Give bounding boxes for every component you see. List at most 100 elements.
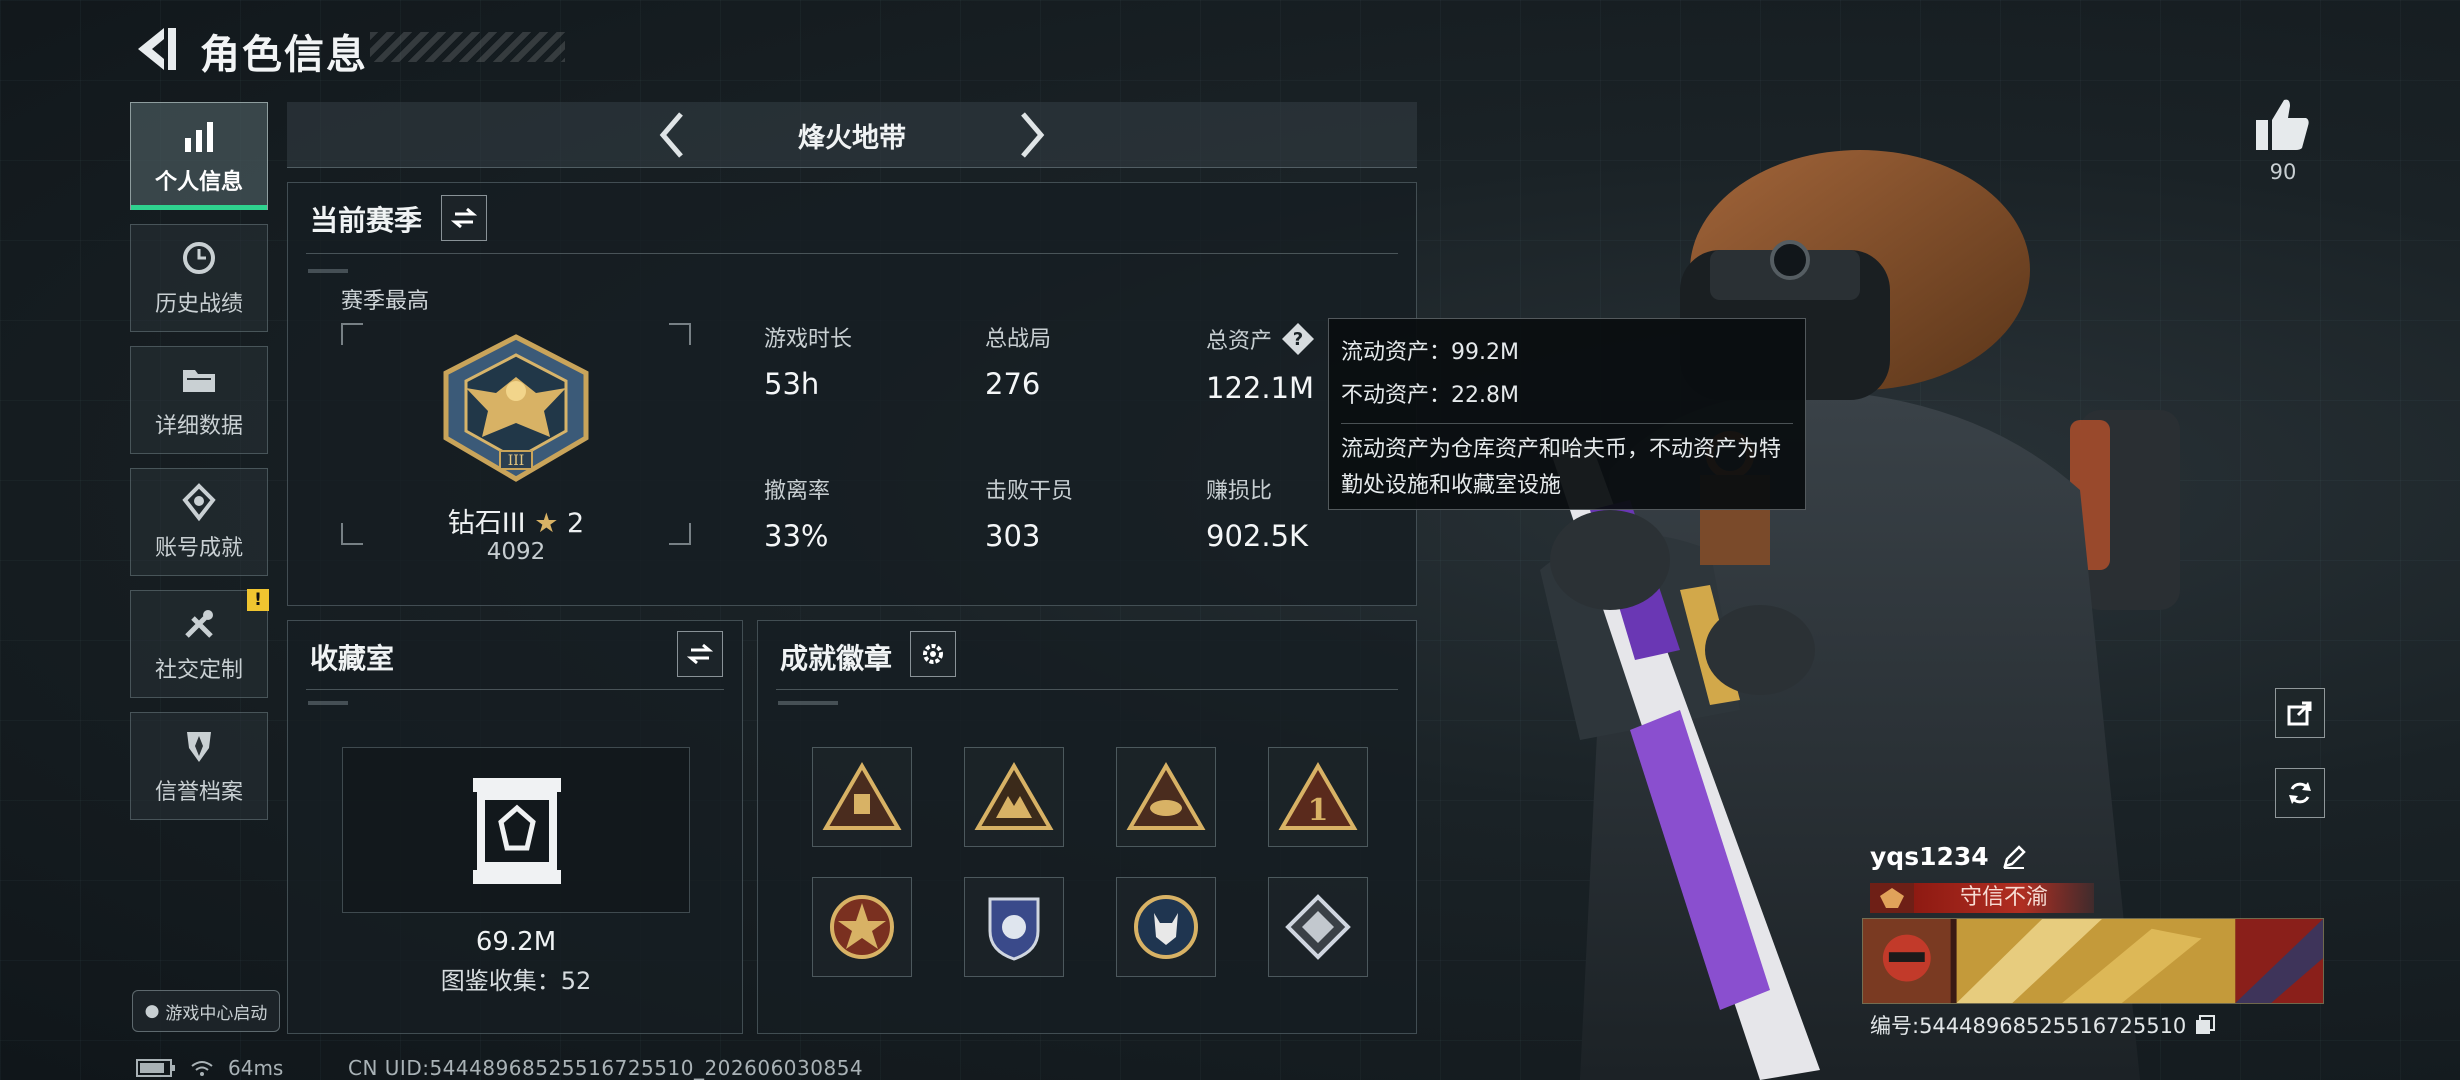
divider: [776, 689, 1398, 690]
penguin-icon: ●: [144, 1001, 160, 1021]
next-mode-arrow-icon[interactable]: [1005, 110, 1055, 160]
side-nav: 个人信息 历史战绩 详细数据 账号成就 社交定制 ! 信誉档案: [130, 102, 270, 834]
bar-chart-icon: [185, 122, 213, 152]
share-button[interactable]: [2275, 688, 2325, 738]
refresh-button[interactable]: [2275, 768, 2325, 818]
divider: [1341, 423, 1793, 424]
achievement-badge[interactable]: [812, 877, 912, 977]
vault-display[interactable]: [342, 747, 690, 913]
catalog-count: 图鉴收集：52: [440, 967, 592, 995]
achievement-badge[interactable]: [1116, 747, 1216, 847]
tools-icon: [185, 610, 213, 638]
diamond-medal-icon: [1285, 894, 1351, 960]
tooltip-fixed-assets: 不动资产：22.8M: [1341, 383, 1519, 408]
refresh-icon: [2289, 782, 2311, 804]
player-name: yqs1234: [1870, 842, 2027, 871]
stat-value: 33%: [764, 519, 829, 553]
frame-corner: [669, 323, 691, 345]
nav-item-social-customize[interactable]: 社交定制 !: [130, 589, 269, 698]
nav-label: 社交定制: [154, 658, 243, 683]
mode-title: 烽火地带: [798, 123, 906, 154]
game-center-launch-button[interactable]: ● 游戏中心启动: [132, 990, 280, 1032]
nav-label: 详细数据: [154, 414, 243, 439]
achievement-badge[interactable]: [964, 877, 1064, 977]
swap-button[interactable]: [677, 631, 723, 677]
stat-label-text: 总资产: [1206, 329, 1273, 354]
wifi-icon: [191, 1061, 213, 1076]
wolf-medal-icon: [1134, 895, 1198, 959]
assets-tooltip: 流动资产：99.2M 不动资产：22.8M 流动资产为仓库资产和哈夫币，不动资产…: [1328, 318, 1806, 510]
thumbs-up-icon[interactable]: [2252, 94, 2314, 156]
triangle-badge-icon: [974, 762, 1054, 830]
star-medal-icon: [830, 895, 894, 959]
collection-title: 收藏室: [310, 642, 395, 675]
help-icon[interactable]: ?: [1280, 321, 1316, 357]
game-center-label: 游戏中心启动: [165, 1003, 268, 1024]
history-icon: [183, 242, 215, 274]
player-name-text: yqs1234: [1870, 842, 1989, 871]
nav-label: 账号成就: [154, 536, 243, 561]
stat-value: 303: [985, 519, 1041, 553]
rank-score: 4092: [486, 539, 546, 565]
share-icon: [2287, 701, 2312, 726]
badges-panel: 成就徽章 1: [757, 620, 1417, 1034]
like-count: 90: [2269, 160, 2297, 184]
stat-total-assets: 总资产 ? 122.1M: [1206, 321, 1316, 405]
stat-total-matches: 总战局 276: [985, 321, 1051, 401]
achievement-badge[interactable]: [964, 747, 1064, 847]
tooltip-description: 流动资产为仓库资产和哈夫币，不动资产为特勤处设施和收藏室设施: [1341, 437, 1782, 498]
settings-button[interactable]: [910, 631, 956, 677]
back-arrow-icon[interactable]: [130, 22, 182, 76]
rank-emblem-icon: III: [443, 334, 589, 482]
shield-medal-icon: [988, 897, 1040, 961]
stat-value: 902.5K: [1206, 519, 1309, 553]
decor-text: [308, 701, 348, 705]
player-card-banner[interactable]: [1862, 918, 2324, 1004]
stat-profit-loss: 赚损比 902.5K: [1206, 473, 1308, 553]
player-title: 守信不渝: [1914, 883, 2094, 913]
player-title-tag: 守信不渝: [1870, 883, 2094, 913]
divider: [306, 689, 724, 690]
nav-item-credit-profile[interactable]: 信誉档案: [130, 712, 268, 820]
season-panel: 当前赛季 赛季最高 III 钻石III ★ 2 4092 游戏时长 53h 总战…: [287, 182, 1417, 606]
nav-label: 历史战绩: [154, 292, 243, 317]
tooltip-liquid-assets: 流动资产：99.2M: [1341, 340, 1519, 365]
stat-label: 总资产 ?: [1206, 321, 1316, 357]
stat-kills: 击败干员 303: [985, 473, 1073, 553]
rank-tier: 钻石III: [447, 508, 526, 539]
rank-stars: 2: [567, 508, 585, 539]
achievement-badge[interactable]: [812, 747, 912, 847]
copy-icon[interactable]: [2194, 1014, 2216, 1036]
nav-label: 信誉档案: [154, 780, 243, 805]
nav-item-history[interactable]: 历史战绩: [130, 224, 268, 332]
achievement-badge[interactable]: [1116, 877, 1216, 977]
achievement-icon: [182, 483, 216, 522]
stat-extraction-rate: 撤离率 33%: [764, 473, 830, 553]
title-decoration: [370, 32, 565, 62]
nav-item-detailed-data[interactable]: 详细数据: [130, 346, 268, 454]
rank-star-icon: ★: [534, 508, 559, 539]
stat-value: 53h: [764, 367, 820, 401]
edit-pencil-icon[interactable]: [2001, 844, 2027, 870]
uid-text: CN UID:5444896852551672551​0_20260603085…: [348, 1056, 864, 1080]
nav-item-personal-info[interactable]: 个人信息: [130, 102, 268, 210]
triangle-badge-icon: [1126, 762, 1206, 830]
decor-text: [308, 269, 348, 273]
achievement-badge[interactable]: [1268, 877, 1368, 977]
notification-badge: !: [247, 589, 269, 611]
player-id: 编号:5444896852551672551​0: [1870, 1010, 2216, 1040]
achievement-badge[interactable]: 1: [1268, 747, 1368, 847]
status-bar: 64ms: [136, 1056, 283, 1080]
svg-text:III: III: [508, 453, 525, 469]
stat-value: 276: [985, 367, 1041, 401]
folder-icon: [183, 370, 215, 392]
nav-item-achievements[interactable]: 账号成就: [130, 468, 268, 576]
svg-text:1: 1: [1308, 793, 1329, 828]
divider: [306, 253, 1398, 254]
badges-title: 成就徽章: [780, 642, 893, 675]
swap-button[interactable]: [441, 195, 487, 241]
ping-value: 64ms: [228, 1056, 284, 1080]
stat-label: 击败干员: [985, 479, 1074, 504]
stat-label: 撤离率: [764, 479, 831, 504]
swap-icon: [687, 643, 713, 665]
